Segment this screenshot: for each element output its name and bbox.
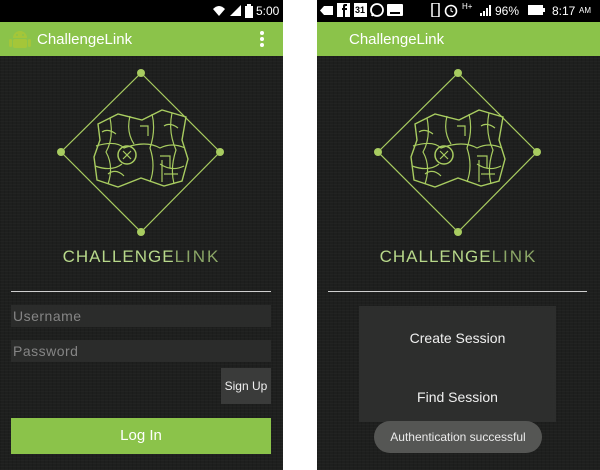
alarm-icon (444, 4, 458, 17)
sign-up-button[interactable]: Sign Up (221, 368, 271, 404)
challengelink-logo (374, 69, 541, 236)
app-title: ChallengeLink (37, 31, 133, 48)
signal-icon (230, 5, 241, 16)
status-time-suffix: AM (579, 6, 591, 15)
android-icon (9, 31, 31, 48)
divider (11, 291, 271, 292)
status-bar: 31 H+ 96% 8:17 AM (317, 0, 600, 22)
create-session-button[interactable]: Create Session (359, 330, 556, 346)
brand-wordmark: CHALLENGELINK (317, 247, 600, 267)
back-notification-icon (320, 6, 333, 15)
brand-thin: LINK (491, 247, 538, 266)
username-input[interactable] (11, 305, 271, 327)
battery-percent: 96% (495, 4, 520, 18)
find-session-button[interactable]: Find Session (359, 389, 556, 405)
wifi-icon (213, 6, 225, 16)
brand-wordmark: CHALLENGELINK (0, 247, 283, 267)
signal-icon (480, 5, 491, 16)
overflow-menu-icon[interactable] (258, 29, 266, 49)
status-time: 5:00 (256, 4, 280, 18)
action-bar: ChallengeLink (317, 22, 600, 56)
brand-bold: CHALLENGE (379, 247, 492, 266)
challengelink-logo (57, 69, 224, 236)
session-screen: 31 H+ 96% 8:17 AM ChallengeLink CHALLENG… (317, 0, 600, 470)
keyboard-icon (387, 4, 403, 16)
brand-thin: LINK (174, 247, 221, 266)
facebook-icon (337, 3, 350, 17)
brand-bold: CHALLENGE (62, 247, 175, 266)
log-in-button[interactable]: Log In (11, 418, 271, 454)
toast-message: Authentication successful (374, 421, 542, 453)
whatsapp-icon (370, 3, 384, 17)
login-screen: 5:00 ChallengeLink CHALLENGELINK Usernam… (0, 0, 283, 470)
divider (328, 291, 587, 292)
calendar-day: 31 (355, 5, 366, 15)
vibrate-icon (431, 3, 440, 17)
status-time: 8:17 (552, 4, 576, 18)
network-type: H+ (462, 2, 473, 11)
battery-icon (528, 5, 545, 15)
status-bar: 5:00 (0, 0, 283, 22)
app-title: ChallengeLink (349, 31, 445, 48)
action-bar: ChallengeLink (0, 22, 283, 56)
password-input[interactable] (11, 340, 271, 362)
session-options-panel: Create Session Find Session (359, 306, 556, 422)
battery-icon (245, 4, 253, 18)
